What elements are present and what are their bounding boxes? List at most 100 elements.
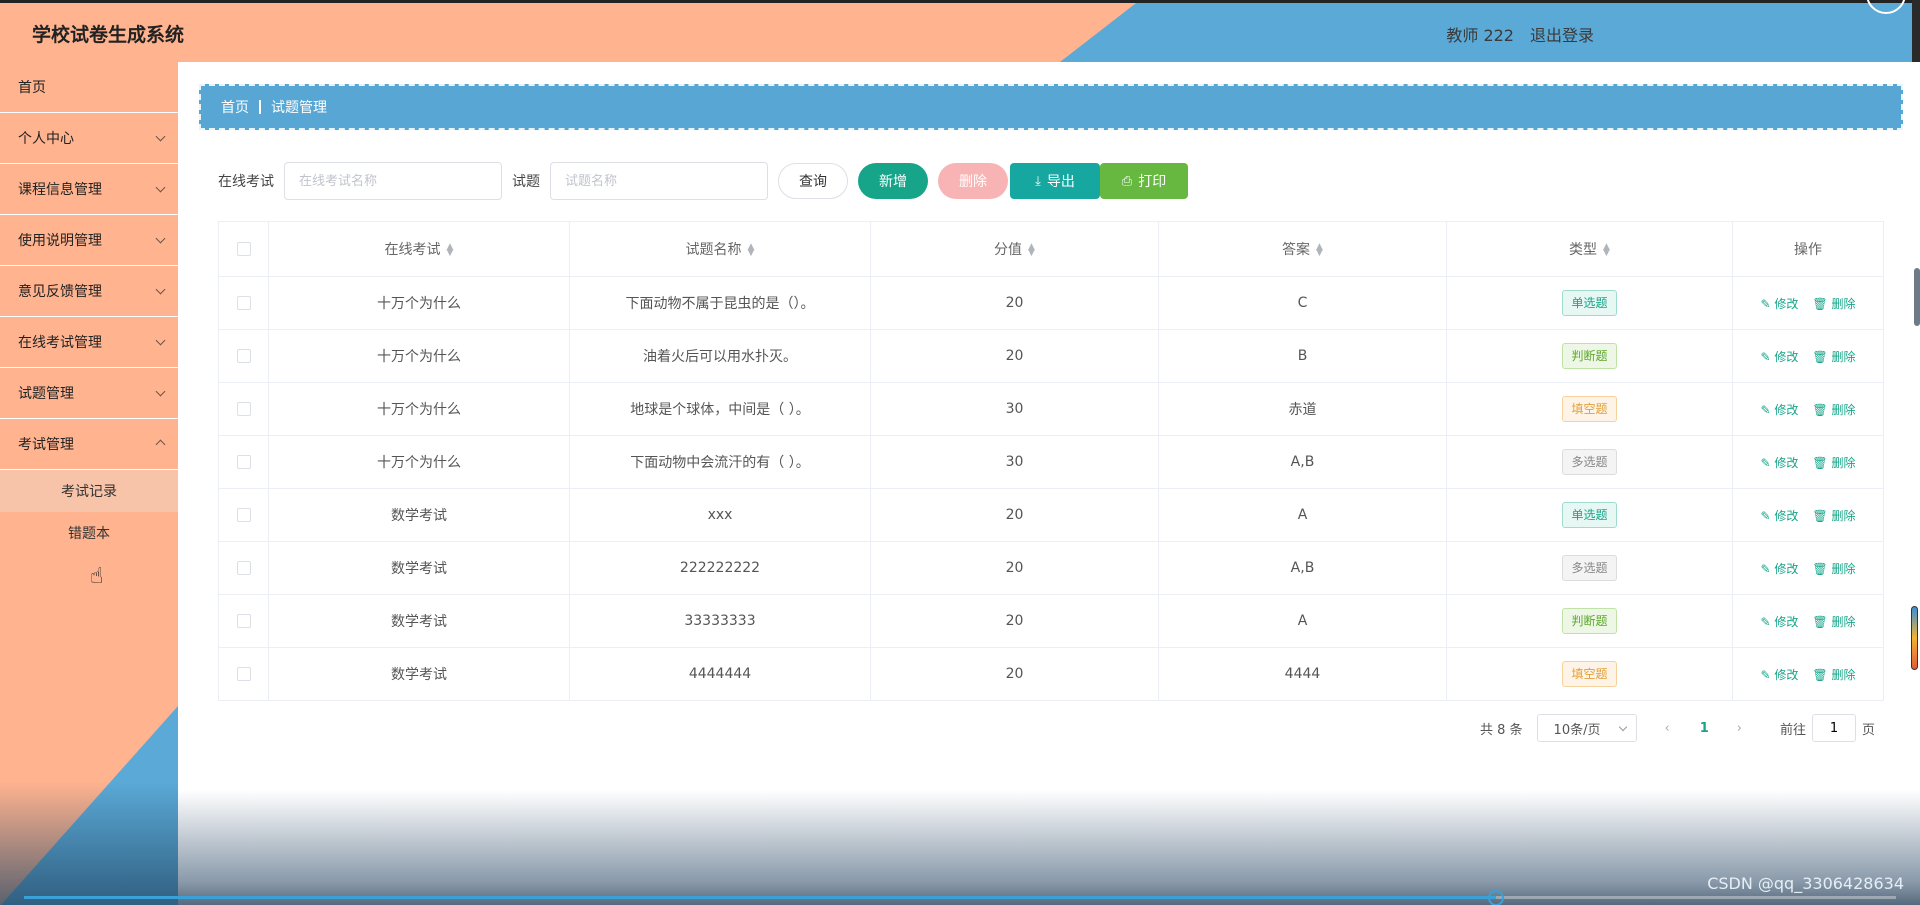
exam-search-label: 在线考试 (218, 174, 274, 190)
table-row[interactable]: 数学考试 4444444 20 4444 填空题 ✎ 修改 🗑 删除 (218, 647, 1884, 701)
cell-ops: ✎ 修改 🗑 删除 (1732, 594, 1884, 648)
sort-icon[interactable]: ▲ ▼ (1028, 243, 1035, 258)
video-progress-track[interactable] (1496, 896, 1896, 899)
row-checkbox[interactable] (236, 667, 251, 681)
edit-button[interactable]: ✎ 修改 (1761, 401, 1799, 418)
sidebar-item[interactable]: 首页 (0, 62, 178, 113)
cell-exam: 数学考试 (268, 647, 570, 701)
col-answer[interactable]: 答案 ▲ ▼ (1158, 221, 1447, 277)
export-button[interactable]: ⤓ 导出 (1010, 163, 1100, 199)
pointer-hand-icon: ☝ (90, 564, 104, 589)
delete-button[interactable]: 🗑 删除 (1812, 613, 1855, 630)
goto-page-input[interactable] (1812, 714, 1857, 742)
delete-label: 删除 (1831, 667, 1856, 682)
edit-button[interactable]: ✎ 修改 (1761, 454, 1799, 471)
pencil-icon: ✎ (1760, 349, 1771, 364)
edit-button[interactable]: ✎ 修改 (1761, 560, 1799, 577)
chevron-icon (155, 131, 166, 142)
cell-ops: ✎ 修改 🗑 删除 (1732, 488, 1884, 542)
chevron-icon (155, 386, 166, 397)
sort-icon[interactable]: ▲ ▼ (1316, 243, 1323, 258)
page-size-select[interactable]: 10条/页 (1536, 714, 1637, 742)
print-button[interactable]: ⎙ 打印 (1100, 163, 1188, 199)
delete-button[interactable]: 🗑 删除 (1812, 295, 1855, 312)
delete-button[interactable]: 🗑 删除 (1812, 560, 1855, 577)
cell-score: 20 (870, 488, 1159, 542)
row-checkbox[interactable] (236, 455, 251, 469)
question-search-input[interactable] (550, 162, 768, 200)
delete-button[interactable]: 🗑 删除 (1812, 401, 1855, 418)
table-row[interactable]: 数学考试 xxx 20 A 单选题 ✎ 修改 🗑 删除 (218, 488, 1884, 542)
next-page-icon[interactable]: › (1737, 721, 1742, 736)
cell-name: 下面动物不属于昆虫的是（）。 (569, 276, 871, 330)
edit-button[interactable]: ✎ 修改 (1761, 613, 1799, 630)
sidebar-item[interactable]: 意见反馈管理 (0, 266, 178, 317)
table-row[interactable]: 十万个为什么 下面动物中会流汗的有（ ）。 30 A,B 多选题 ✎ 修改 🗑 删除 (218, 435, 1884, 489)
logout-link[interactable]: 退出登录 (1530, 22, 1594, 46)
sort-icon[interactable]: ▲ ▼ (748, 243, 755, 258)
table-header-row: 在线考试 ▲ ▼ 试题名称 ▲ ▼ 分值 ▲ ▼ 答案 ▲ ▼ 类型 ▲ ▼ 操作 (218, 221, 1884, 277)
query-button[interactable]: 查询 (778, 163, 848, 199)
breadcrumb-home[interactable]: 首页 (221, 97, 249, 117)
submenu-item[interactable]: 考试记录 (0, 470, 178, 512)
col-exam-label: 在线考试 (384, 242, 441, 258)
delete-button[interactable]: 🗑 删除 (1812, 666, 1855, 683)
prev-page-icon[interactable]: ‹ (1665, 721, 1670, 736)
col-score[interactable]: 分值 ▲ ▼ (870, 221, 1159, 277)
delete-label: 删除 (1831, 455, 1856, 470)
sidebar-item[interactable]: 在线考试管理 (0, 317, 178, 368)
goto-prefix: 前往 (1780, 722, 1807, 738)
sidebar-item[interactable]: 试题管理 (0, 368, 178, 419)
edit-button[interactable]: ✎ 修改 (1761, 666, 1799, 683)
sidebar-item[interactable]: 个人中心 (0, 113, 178, 164)
sidebar-item[interactable]: 课程信息管理 (0, 164, 178, 215)
cell-exam: 十万个为什么 (268, 276, 570, 330)
col-name[interactable]: 试题名称 ▲ ▼ (569, 221, 871, 277)
table-row[interactable]: 十万个为什么 油着火后可以用水扑灭。 20 B 判断题 ✎ 修改 🗑 删除 (218, 329, 1884, 383)
sort-icon[interactable]: ▲ ▼ (1603, 243, 1610, 258)
trash-icon: 🗑 (1812, 349, 1828, 364)
batch-delete-button[interactable]: 删除 (938, 163, 1008, 199)
row-checkbox[interactable] (236, 508, 251, 522)
submenu-item[interactable]: 错题本 (0, 512, 178, 554)
pencil-icon: ✎ (1760, 296, 1771, 311)
sort-icon[interactable]: ▲ ▼ (447, 243, 454, 258)
delete-button[interactable]: 🗑 删除 (1812, 348, 1855, 365)
video-progress-bar[interactable] (24, 896, 1496, 899)
exam-search-input[interactable] (284, 162, 502, 200)
breadcrumb: 首页 试题管理 (199, 84, 1903, 130)
table-row[interactable]: 数学考试 33333333 20 A 判断题 ✎ 修改 🗑 删除 (218, 594, 1884, 648)
trash-icon: 🗑 (1812, 455, 1828, 470)
edit-button[interactable]: ✎ 修改 (1761, 348, 1799, 365)
table-row[interactable]: 十万个为什么 下面动物不属于昆虫的是（）。 20 C 单选题 ✎ 修改 🗑 删除 (218, 276, 1884, 330)
video-progress-knob[interactable] (1488, 890, 1504, 905)
row-checkbox[interactable] (236, 614, 251, 628)
edit-button[interactable]: ✎ 修改 (1761, 507, 1799, 524)
table-body: 十万个为什么 下面动物不属于昆虫的是（）。 20 C 单选题 ✎ 修改 🗑 删除 十万个为什么… (218, 276, 1884, 701)
current-page[interactable]: 1 (1700, 721, 1709, 736)
row-checkbox[interactable] (236, 296, 251, 310)
delete-label: 删除 (1831, 508, 1856, 523)
bottom-overlay (178, 790, 1920, 905)
edit-label: 修改 (1774, 349, 1799, 364)
row-checkbox[interactable] (236, 402, 251, 416)
select-all-checkbox[interactable] (236, 242, 251, 256)
edit-button[interactable]: ✎ 修改 (1761, 295, 1799, 312)
row-checkbox[interactable] (236, 561, 251, 575)
delete-label: 删除 (1831, 402, 1856, 417)
add-button[interactable]: 新增 (858, 163, 928, 199)
col-type[interactable]: 类型 ▲ ▼ (1446, 221, 1733, 277)
delete-button[interactable]: 🗑 删除 (1812, 507, 1855, 524)
cell-type: 单选题 (1446, 276, 1733, 330)
col-exam[interactable]: 在线考试 ▲ ▼ (268, 221, 570, 277)
pencil-icon: ✎ (1760, 614, 1771, 629)
type-tag: 单选题 (1562, 290, 1617, 316)
table-row[interactable]: 数学考试 222222222 20 A,B 多选题 ✎ 修改 🗑 删除 (218, 541, 1884, 595)
delete-button[interactable]: 🗑 删除 (1812, 454, 1855, 471)
sidebar-item[interactable]: 使用说明管理 (0, 215, 178, 266)
sidebar-item[interactable]: 考试管理 (0, 419, 178, 470)
scrollbar-handle[interactable] (1914, 268, 1920, 326)
cell-type: 多选题 (1446, 541, 1733, 595)
table-row[interactable]: 十万个为什么 地球是个球体，中间是（ ）。 30 赤道 填空题 ✎ 修改 🗑 删除 (218, 382, 1884, 436)
row-checkbox[interactable] (236, 349, 251, 363)
